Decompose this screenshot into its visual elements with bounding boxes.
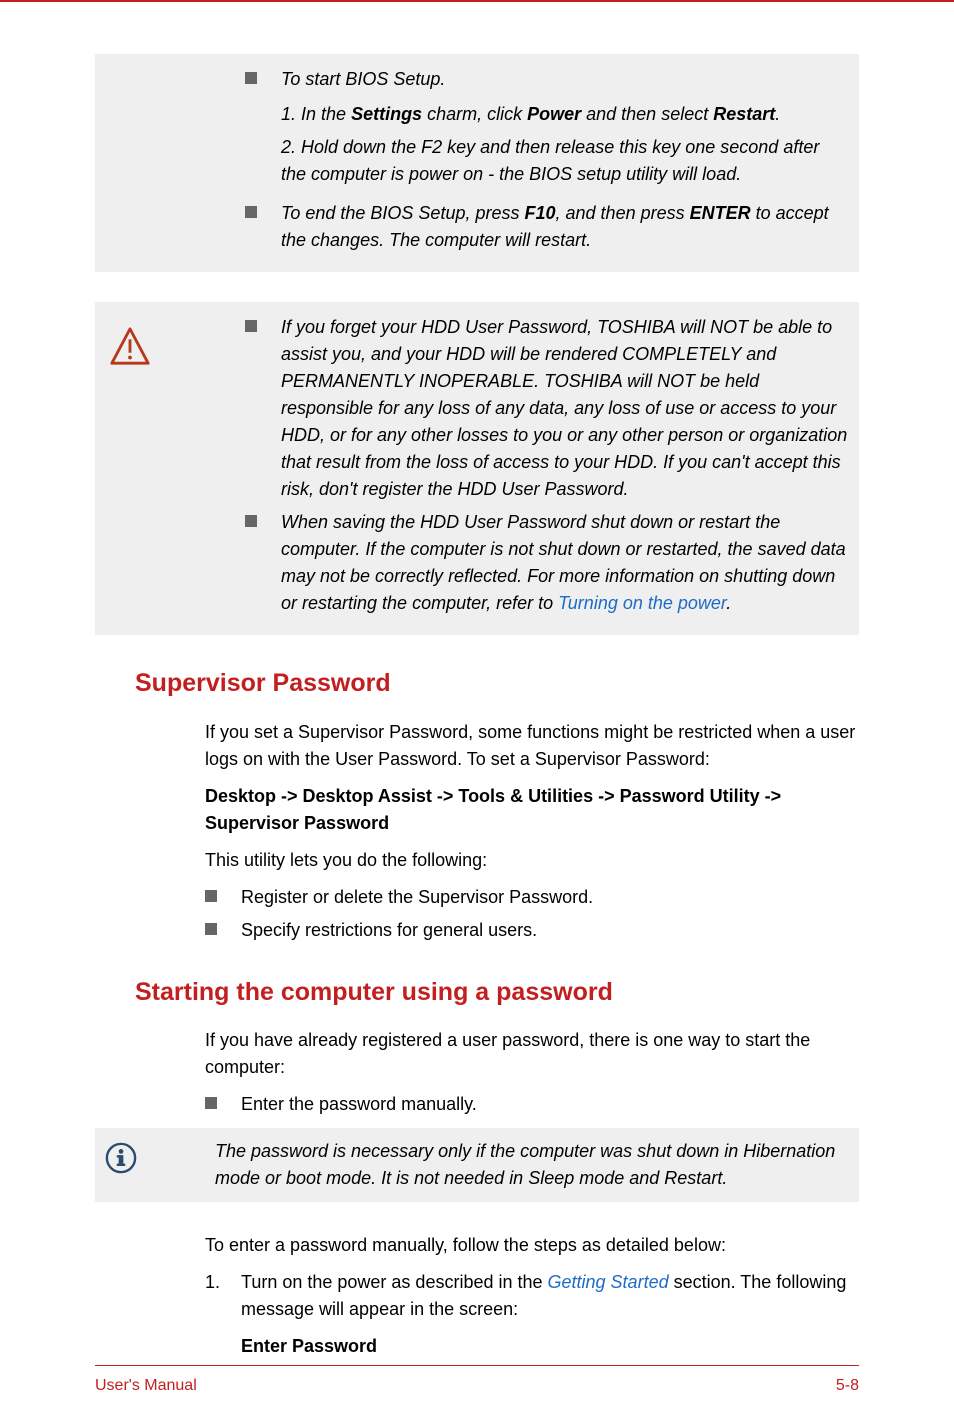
supervisor-bullet-1: Register or delete the Supervisor Passwo… — [205, 884, 859, 911]
warn-bullet-2: When saving the HDD User Password shut d… — [245, 509, 849, 617]
bios-start-intro: To start BIOS Setup. — [281, 66, 849, 93]
footer-left: User's Manual — [95, 1374, 197, 1398]
bios-step2: 2. Hold down the F2 key and then release… — [281, 134, 849, 188]
starting-heading: Starting the computer using a password — [135, 974, 859, 1012]
bios-end-b1: F10 — [524, 203, 555, 223]
bios-end-b2: ENTER — [690, 203, 751, 223]
supervisor-password-heading: Supervisor Password — [135, 665, 859, 703]
warn-2-end: . — [726, 593, 731, 613]
bios-start-bullet: To start BIOS Setup. 1. In the Settings … — [245, 66, 849, 194]
step-number: 1. — [205, 1269, 241, 1296]
step1-pre: Turn on the power as described in the — [241, 1272, 548, 1292]
bios-step1-b1: Settings — [351, 104, 422, 124]
bullet-icon — [205, 1097, 217, 1109]
supervisor-para-2: This utility lets you do the following: — [205, 847, 859, 874]
hdd-warning-callout: If you forget your HDD User Password, TO… — [95, 302, 859, 635]
bios-step1-mid2: and then select — [581, 104, 713, 124]
supervisor-bullet-1-text: Register or delete the Supervisor Passwo… — [241, 884, 859, 911]
supervisor-bullet-2: Specify restrictions for general users. — [205, 917, 859, 944]
page-footer: User's Manual 5-8 — [95, 1365, 859, 1398]
info-icon — [105, 1142, 137, 1182]
bios-end-text: To end the BIOS Setup, press F10, and th… — [281, 200, 849, 254]
bios-end-bullet: To end the BIOS Setup, press F10, and th… — [245, 200, 849, 254]
bullet-icon — [245, 515, 257, 527]
bios-step1-b2: Power — [527, 104, 581, 124]
info-callout: The password is necessary only if the co… — [95, 1128, 859, 1202]
footer-right: 5-8 — [836, 1374, 859, 1398]
warn-bullet-1: If you forget your HDD User Password, TO… — [245, 314, 849, 503]
warn-text-2: When saving the HDD User Password shut d… — [281, 509, 849, 617]
starting-bullet-1: Enter the password manually. — [205, 1091, 859, 1118]
bullet-icon — [205, 923, 217, 935]
bullet-icon — [245, 72, 257, 84]
bios-step1-mid: charm, click — [422, 104, 527, 124]
bullet-icon — [245, 320, 257, 332]
bios-step1: 1. In the Settings charm, click Power an… — [281, 101, 849, 128]
bullet-icon — [245, 206, 257, 218]
starting-para-1: If you have already registered a user pa… — [205, 1027, 859, 1081]
starting-bullet-1-text: Enter the password manually. — [241, 1091, 859, 1118]
bios-setup-callout: To start BIOS Setup. 1. In the Settings … — [95, 54, 859, 272]
warning-icon — [109, 326, 149, 366]
warn-text-1: If you forget your HDD User Password, TO… — [281, 314, 849, 503]
supervisor-path: Desktop -> Desktop Assist -> Tools & Uti… — [205, 783, 859, 837]
step-text: Turn on the power as described in the Ge… — [241, 1269, 859, 1360]
supervisor-para-1: If you set a Supervisor Password, some f… — [205, 719, 859, 773]
turning-on-power-link[interactable]: Turning on the power — [558, 593, 726, 613]
bios-end-pre: To end the BIOS Setup, press — [281, 203, 524, 223]
bios-end-mid: , and then press — [556, 203, 690, 223]
bios-step1-b3: Restart — [713, 104, 775, 124]
bullet-icon — [205, 890, 217, 902]
getting-started-link[interactable]: Getting Started — [548, 1272, 669, 1292]
enter-password-label: Enter Password — [241, 1333, 859, 1360]
starting-para-2: To enter a password manually, follow the… — [205, 1232, 859, 1259]
bios-step1-end: . — [775, 104, 780, 124]
info-text: The password is necessary only if the co… — [215, 1138, 849, 1192]
supervisor-bullet-2-text: Specify restrictions for general users. — [241, 917, 859, 944]
starting-step-1: 1. Turn on the power as described in the… — [205, 1269, 859, 1360]
bios-step1-pre: 1. In the — [281, 104, 351, 124]
